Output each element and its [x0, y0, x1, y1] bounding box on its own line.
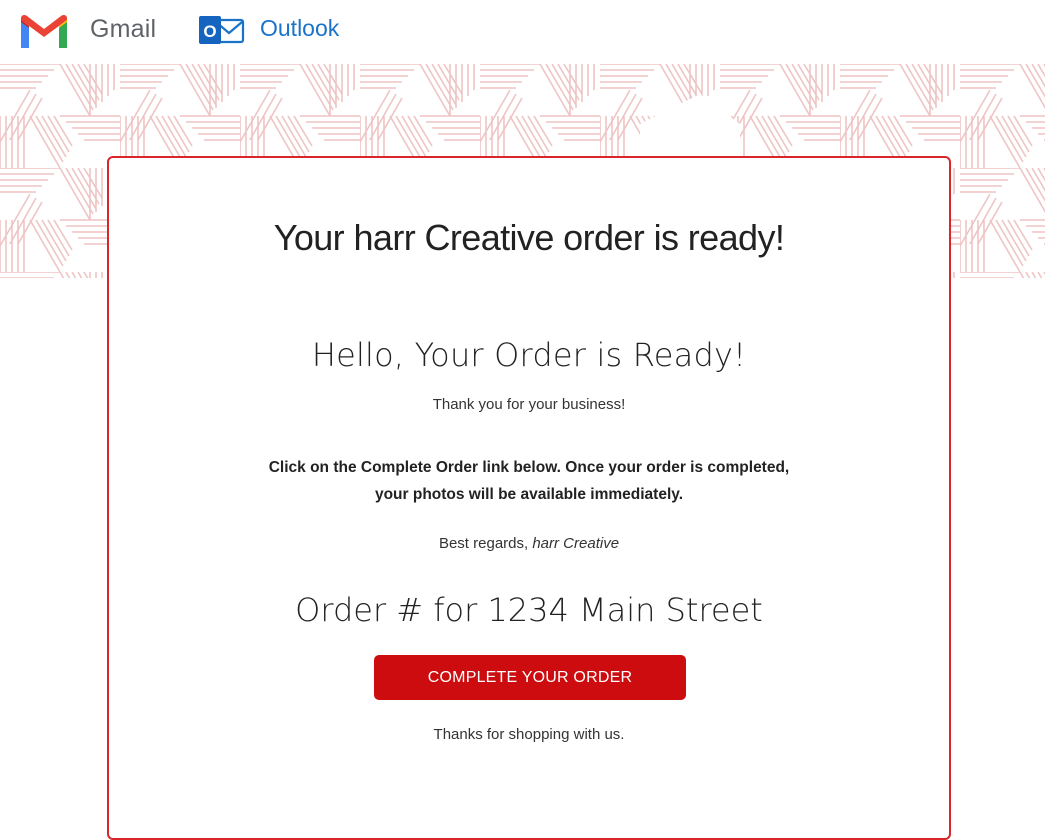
email-client-bar: Gmail O Outlook [0, 0, 1045, 64]
instructions-line-2: your photos will be available immediatel… [374, 486, 684, 503]
gmail-logo-icon[interactable] [17, 14, 71, 50]
closing-text: Thanks for shopping with us. [433, 726, 625, 743]
complete-order-button[interactable]: COMPLETE YOUR ORDER [374, 655, 686, 700]
thanks-text: Thank you for your business! [432, 396, 626, 413]
instructions-line-1: Click on the Complete Order link below. … [268, 459, 790, 476]
outlook-badge-letter: O [203, 22, 216, 41]
instructions-text: Click on the Complete Order link below. … [199, 454, 859, 508]
regards-text: Best regards, harr Creative [109, 535, 949, 552]
outlook-label[interactable]: Outlook [260, 15, 339, 42]
email-card: Your harr Creative order is ready! Hello… [107, 156, 951, 840]
email-title: Your harr Creative order is ready! [273, 217, 785, 258]
gmail-label[interactable]: Gmail [90, 15, 156, 44]
outlook-logo-icon[interactable]: O [197, 12, 245, 50]
order-heading: Order # for 1234 Main Street [295, 591, 763, 629]
regards-prefix: Best regards, [438, 535, 533, 552]
greeting-heading: Hello, Your Order is Ready! [311, 336, 747, 374]
regards-name: harr Creative [532, 535, 620, 552]
